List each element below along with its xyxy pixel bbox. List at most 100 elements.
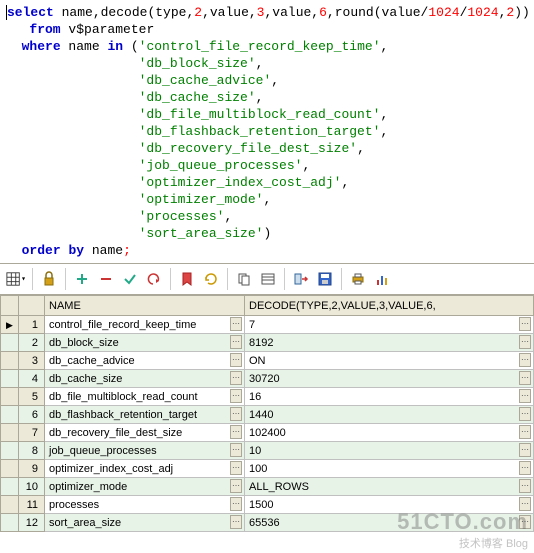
chart-button[interactable] <box>372 269 392 289</box>
row-selector-header[interactable] <box>1 296 19 316</box>
cell-name[interactable]: db_cache_advice⋯ <box>45 352 245 370</box>
cell-value[interactable]: ON⋯ <box>245 352 534 370</box>
row-number[interactable]: 11 <box>19 496 45 514</box>
cell-value[interactable]: ALL_ROWS⋯ <box>245 478 534 496</box>
cell-expand-button[interactable]: ⋯ <box>230 371 242 385</box>
row-number[interactable]: 7 <box>19 424 45 442</box>
query-by-example-button[interactable] <box>291 269 311 289</box>
cell-expand-button[interactable]: ⋯ <box>230 317 242 331</box>
row-indicator[interactable] <box>1 424 19 442</box>
cell-expand-button[interactable]: ⋯ <box>230 335 242 349</box>
cell-value[interactable]: 102400⋯ <box>245 424 534 442</box>
row-number[interactable]: 8 <box>19 442 45 460</box>
row-number[interactable]: 5 <box>19 388 45 406</box>
table-row[interactable]: 10optimizer_mode⋯ALL_ROWS⋯ <box>1 478 534 496</box>
row-indicator[interactable] <box>1 460 19 478</box>
cell-expand-button[interactable]: ⋯ <box>519 497 531 511</box>
copy-button[interactable] <box>234 269 254 289</box>
bookmark-button[interactable] <box>177 269 197 289</box>
cell-name[interactable]: optimizer_mode⋯ <box>45 478 245 496</box>
row-indicator[interactable] <box>1 352 19 370</box>
delete-row-button[interactable] <box>96 269 116 289</box>
cell-value[interactable]: 65536⋯ <box>245 514 534 532</box>
cell-expand-button[interactable]: ⋯ <box>519 335 531 349</box>
table-row[interactable]: 9optimizer_index_cost_adj⋯100⋯ <box>1 460 534 478</box>
table-row[interactable]: 12sort_area_size⋯65536⋯ <box>1 514 534 532</box>
cell-name[interactable]: db_cache_size⋯ <box>45 370 245 388</box>
cell-expand-button[interactable]: ⋯ <box>230 353 242 367</box>
row-number[interactable]: 6 <box>19 406 45 424</box>
row-indicator[interactable] <box>1 514 19 532</box>
cell-expand-button[interactable]: ⋯ <box>519 407 531 421</box>
row-number[interactable]: 3 <box>19 352 45 370</box>
cell-name[interactable]: db_block_size⋯ <box>45 334 245 352</box>
row-indicator[interactable] <box>1 370 19 388</box>
cell-value[interactable]: 10⋯ <box>245 442 534 460</box>
cell-expand-button[interactable]: ⋯ <box>230 407 242 421</box>
cell-expand-button[interactable]: ⋯ <box>519 515 531 529</box>
cell-name[interactable]: job_queue_processes⋯ <box>45 442 245 460</box>
row-indicator[interactable] <box>1 388 19 406</box>
column-header-decode[interactable]: DECODE(TYPE,2,VALUE,3,VALUE,6, <box>245 296 534 316</box>
cell-expand-button[interactable]: ⋯ <box>519 479 531 493</box>
row-number[interactable]: 2 <box>19 334 45 352</box>
column-header-name[interactable]: NAME <box>45 296 245 316</box>
cell-value[interactable]: 8192⋯ <box>245 334 534 352</box>
refresh-button[interactable] <box>201 269 221 289</box>
row-number-header[interactable] <box>19 296 45 316</box>
cell-expand-button[interactable]: ⋯ <box>230 461 242 475</box>
results-grid[interactable]: NAME DECODE(TYPE,2,VALUE,3,VALUE,6, ▶1co… <box>0 295 534 532</box>
commit-button[interactable] <box>120 269 140 289</box>
lock-button[interactable] <box>39 269 59 289</box>
cell-expand-button[interactable]: ⋯ <box>230 425 242 439</box>
row-number[interactable]: 1 <box>19 316 45 334</box>
rollback-button[interactable] <box>144 269 164 289</box>
table-row[interactable]: 7db_recovery_file_dest_size⋯102400⋯ <box>1 424 534 442</box>
cell-name[interactable]: optimizer_index_cost_adj⋯ <box>45 460 245 478</box>
cell-expand-button[interactable]: ⋯ <box>230 479 242 493</box>
row-number[interactable]: 12 <box>19 514 45 532</box>
cell-expand-button[interactable]: ⋯ <box>519 353 531 367</box>
cell-name[interactable]: sort_area_size⋯ <box>45 514 245 532</box>
cell-expand-button[interactable]: ⋯ <box>519 425 531 439</box>
cell-name[interactable]: db_file_multiblock_read_count⋯ <box>45 388 245 406</box>
cell-value[interactable]: 1440⋯ <box>245 406 534 424</box>
cell-expand-button[interactable]: ⋯ <box>519 371 531 385</box>
sql-editor[interactable]: select name,decode(type,2,value,3,value,… <box>0 0 534 263</box>
row-indicator[interactable] <box>1 442 19 460</box>
cell-value[interactable]: 100⋯ <box>245 460 534 478</box>
row-indicator[interactable] <box>1 334 19 352</box>
cell-name[interactable]: db_recovery_file_dest_size⋯ <box>45 424 245 442</box>
cell-expand-button[interactable]: ⋯ <box>230 443 242 457</box>
cell-name[interactable]: processes⋯ <box>45 496 245 514</box>
row-indicator[interactable] <box>1 406 19 424</box>
table-row[interactable]: 2db_block_size⋯8192⋯ <box>1 334 534 352</box>
table-row[interactable]: 4db_cache_size⋯30720⋯ <box>1 370 534 388</box>
cell-value[interactable]: 1500⋯ <box>245 496 534 514</box>
table-row[interactable]: 8job_queue_processes⋯10⋯ <box>1 442 534 460</box>
row-indicator[interactable] <box>1 496 19 514</box>
print-button[interactable] <box>348 269 368 289</box>
row-indicator[interactable] <box>1 478 19 496</box>
grid-view-button[interactable]: ▾ <box>6 269 26 289</box>
cell-value[interactable]: 7⋯ <box>245 316 534 334</box>
add-row-button[interactable] <box>72 269 92 289</box>
cell-expand-button[interactable]: ⋯ <box>519 461 531 475</box>
cell-name[interactable]: control_file_record_keep_time⋯ <box>45 316 245 334</box>
cell-value[interactable]: 30720⋯ <box>245 370 534 388</box>
table-row[interactable]: 11processes⋯1500⋯ <box>1 496 534 514</box>
cell-expand-button[interactable]: ⋯ <box>519 443 531 457</box>
row-number[interactable]: 9 <box>19 460 45 478</box>
single-record-button[interactable] <box>258 269 278 289</box>
row-indicator[interactable]: ▶ <box>1 316 19 334</box>
cell-expand-button[interactable]: ⋯ <box>230 497 242 511</box>
cell-value[interactable]: 16⋯ <box>245 388 534 406</box>
table-row[interactable]: 3db_cache_advice⋯ON⋯ <box>1 352 534 370</box>
table-row[interactable]: 6db_flashback_retention_target⋯1440⋯ <box>1 406 534 424</box>
save-button[interactable] <box>315 269 335 289</box>
cell-expand-button[interactable]: ⋯ <box>519 389 531 403</box>
cell-name[interactable]: db_flashback_retention_target⋯ <box>45 406 245 424</box>
table-row[interactable]: 5db_file_multiblock_read_count⋯16⋯ <box>1 388 534 406</box>
cell-expand-button[interactable]: ⋯ <box>230 515 242 529</box>
row-number[interactable]: 10 <box>19 478 45 496</box>
